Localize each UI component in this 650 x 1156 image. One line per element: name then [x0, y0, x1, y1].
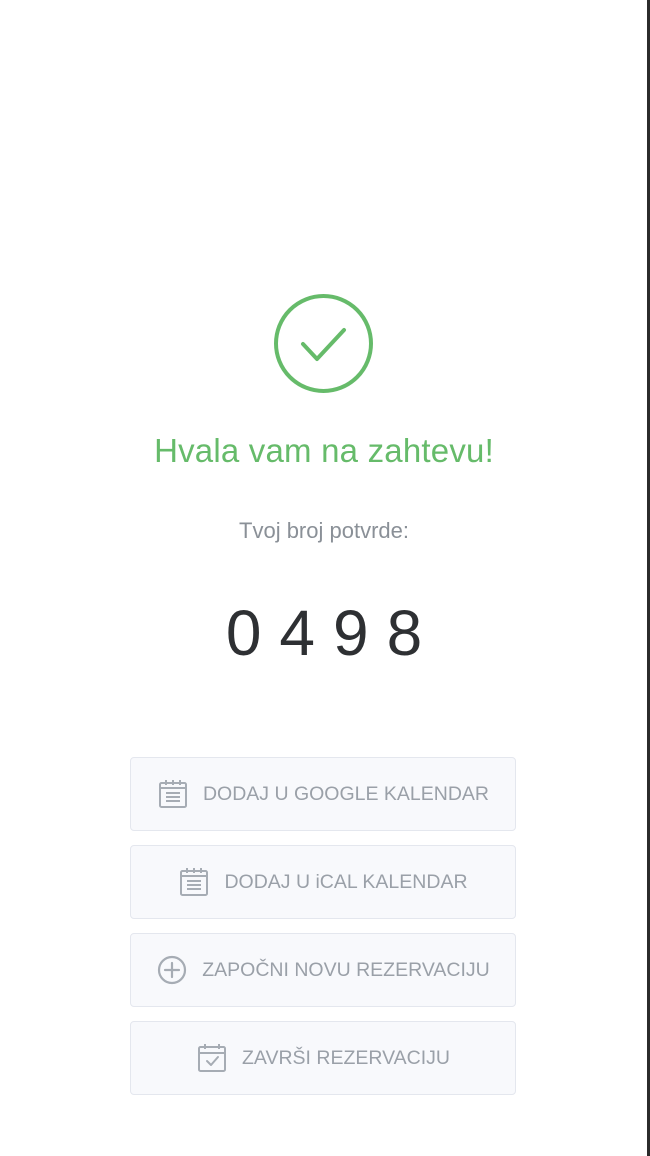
add-ical-calendar-button[interactable]: DODAJ U iCAL KALENDAR — [130, 845, 516, 919]
success-check-icon — [273, 293, 374, 394]
add-google-calendar-label: DODAJ U GOOGLE KALENDAR — [202, 782, 490, 805]
add-google-calendar-button[interactable]: DODAJ U GOOGLE KALENDAR — [130, 757, 516, 831]
thank-you-heading: Hvala vam na zahtevu! — [154, 432, 494, 469]
plus-circle-icon — [156, 954, 188, 986]
confirmation-page: Hvala vam na zahtevu! Tvoj broj potvrde:… — [0, 0, 650, 1156]
calendar-check-icon — [196, 1042, 228, 1074]
start-new-reservation-label: ZAPOČNI NOVU REZERVACIJU — [202, 958, 490, 981]
confirmation-code: 0498 — [225, 597, 441, 669]
start-new-reservation-button[interactable]: ZAPOČNI NOVU REZERVACIJU — [130, 933, 516, 1007]
calendar-icon — [157, 778, 189, 810]
finish-reservation-label: ZAVRŠI REZERVACIJU — [241, 1046, 451, 1069]
calendar-icon — [178, 866, 210, 898]
finish-reservation-button[interactable]: ZAVRŠI REZERVACIJU — [130, 1021, 516, 1095]
confirmation-label: Tvoj broj potvrde: — [239, 518, 409, 543]
add-ical-calendar-label: DODAJ U iCAL KALENDAR — [224, 870, 468, 893]
